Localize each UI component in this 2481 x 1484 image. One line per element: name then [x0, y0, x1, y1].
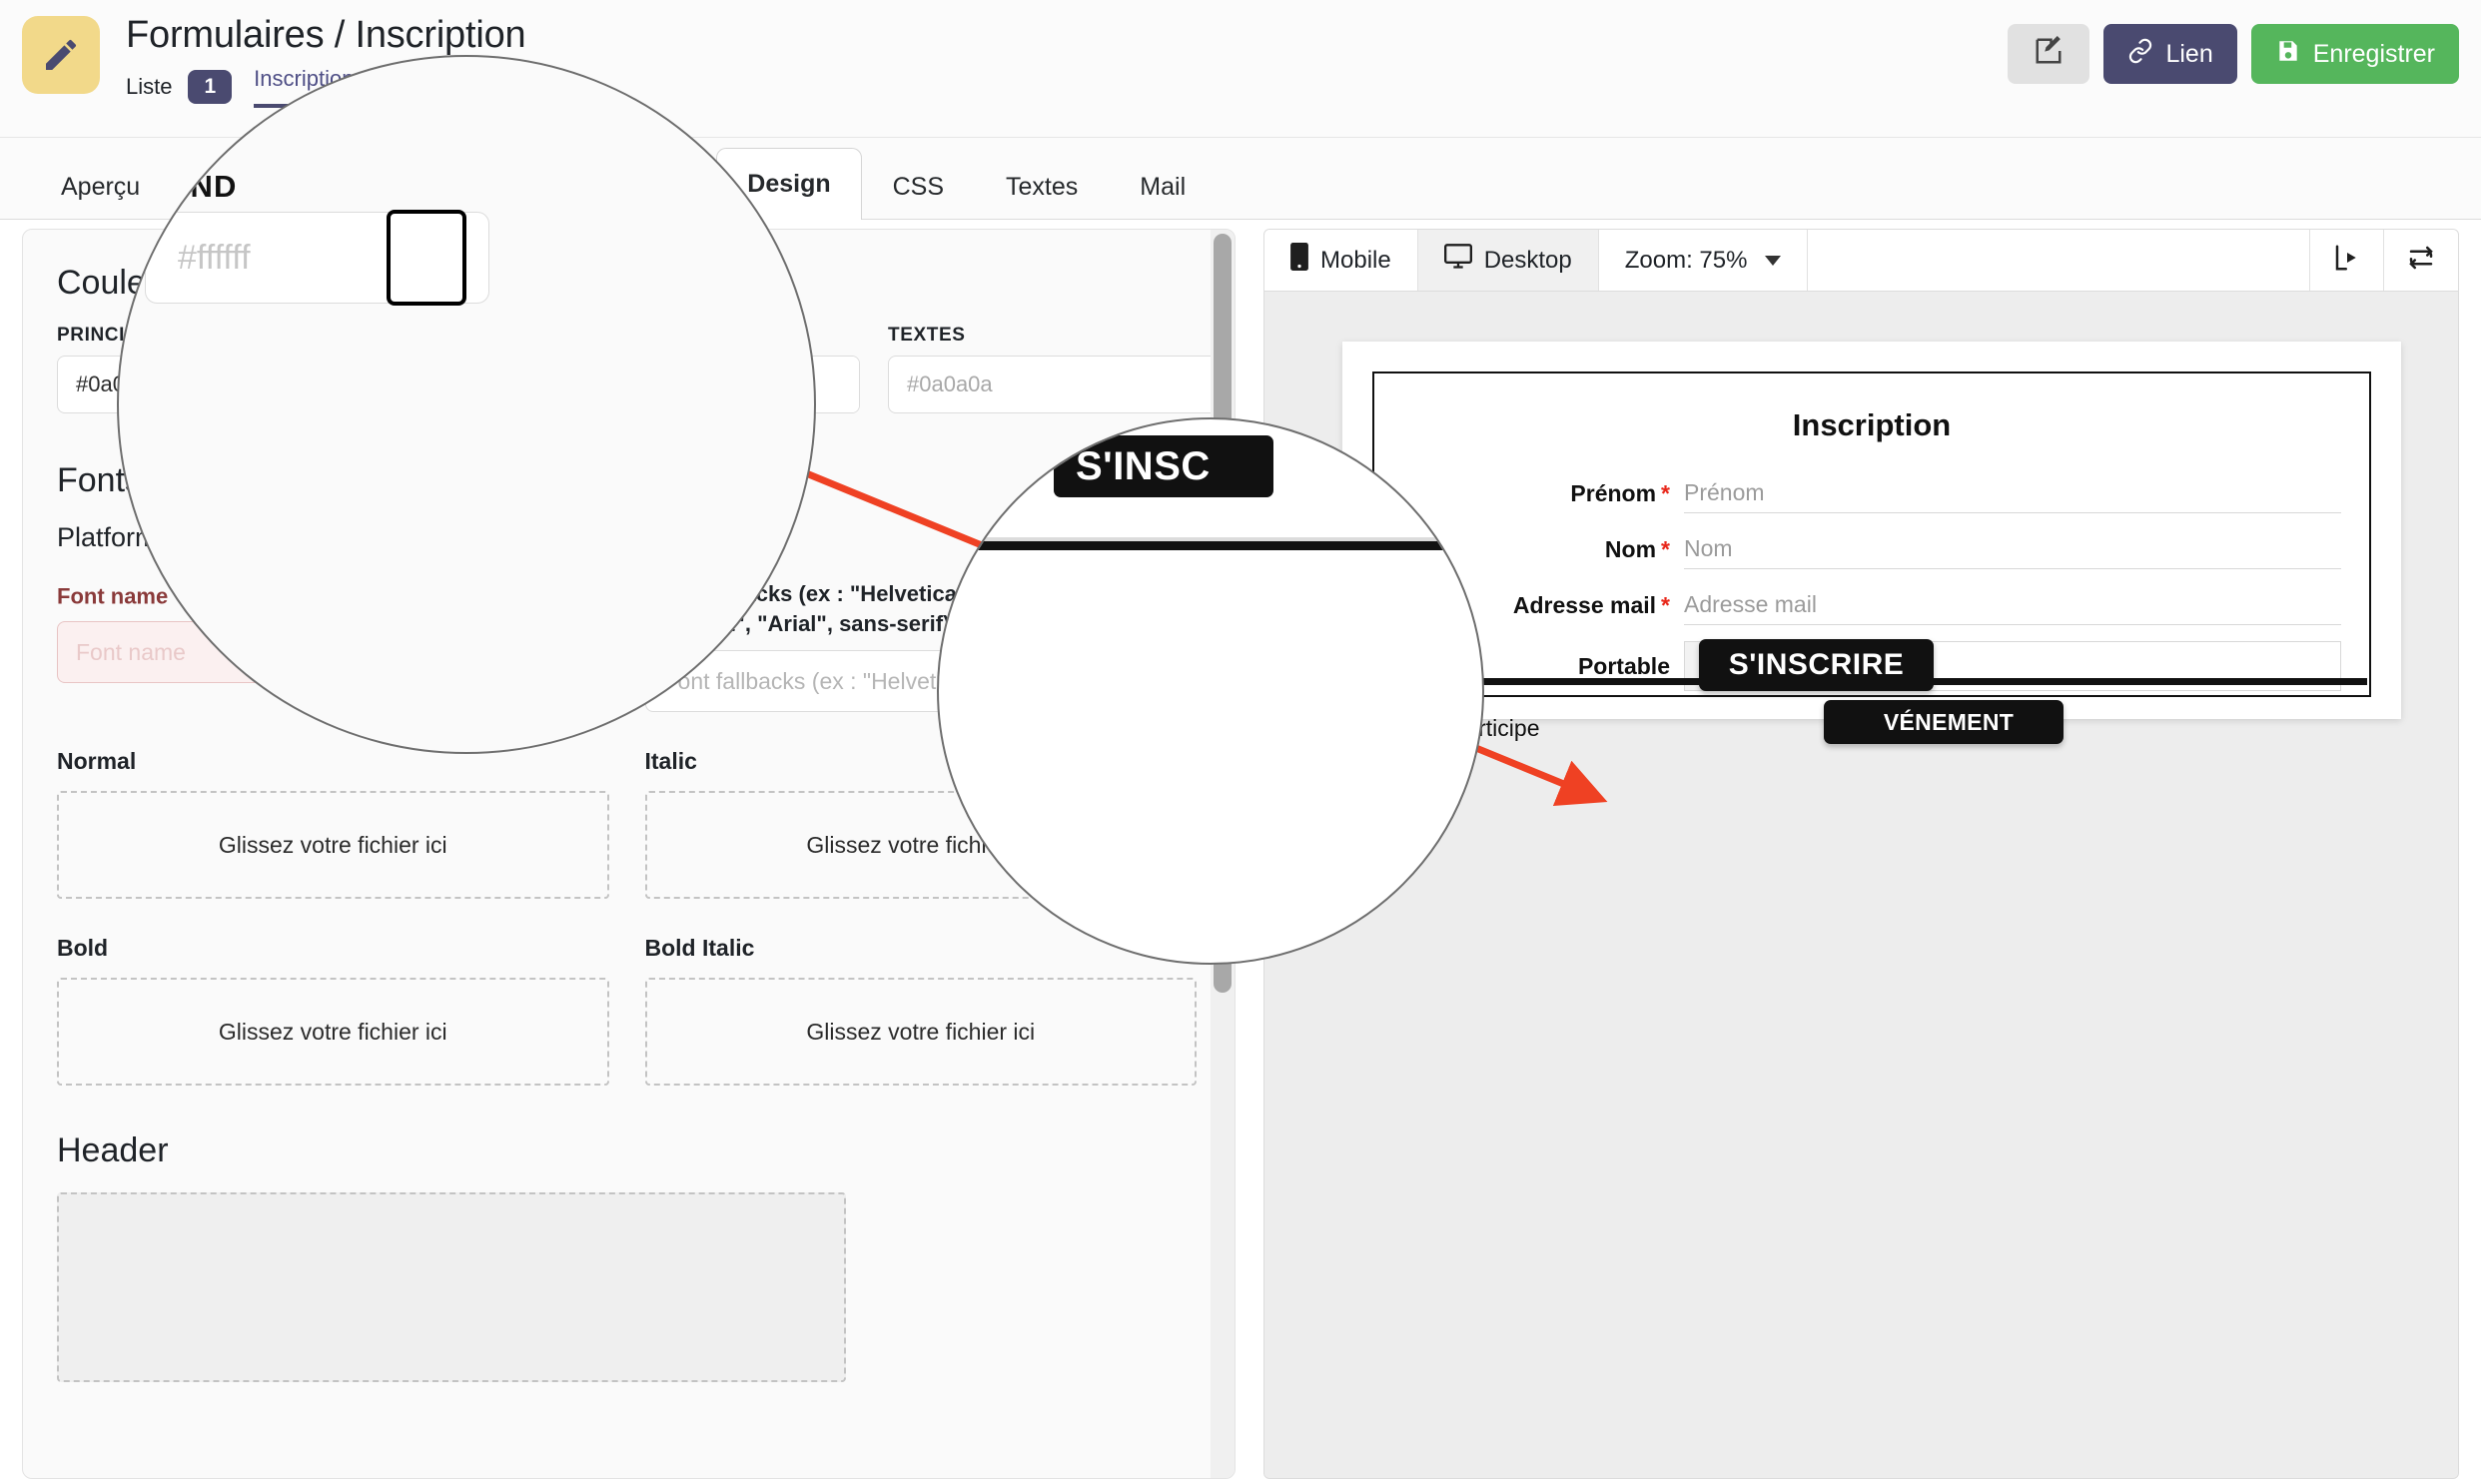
magnified-fond-placeholder: #ffffff [178, 239, 251, 278]
form-label-text: Adresse mail [1513, 592, 1656, 618]
dropzone-bold-italic[interactable]: Glissez votre fichier ici [645, 978, 1198, 1086]
preview-mode-desktop[interactable]: Desktop [1418, 230, 1599, 291]
save-button[interactable]: Enregistrer [2251, 24, 2459, 84]
dropzone-bold[interactable]: Glissez votre fichier ici [57, 978, 609, 1086]
form-title: Inscription [1374, 407, 2369, 443]
form-event-button[interactable]: VÉNEMENT [1824, 700, 2064, 744]
preview-viewport: Inscription Prénom* Prénom Nom* [1264, 292, 2458, 1478]
color-input-textes[interactable] [889, 357, 1213, 412]
edit-button[interactable] [2008, 24, 2089, 84]
pencil-icon [22, 16, 100, 94]
preview-zoom-label: Zoom: 75% [1625, 247, 1748, 275]
dropzone-text: Glissez votre fichier ici [806, 1019, 1035, 1046]
tab-label: Aperçu [61, 173, 140, 202]
tab-label: Design [747, 170, 830, 199]
header-heading: Header [57, 1131, 1197, 1170]
form-label-text: Prénom [1570, 480, 1656, 506]
magnified-submit-label: S'INSC [1076, 444, 1211, 489]
color-field-textes: TEXTES [888, 325, 1236, 413]
header-dropzone[interactable] [57, 1192, 846, 1382]
preview-toolbar: Mobile Desktop Zoom: 75% [1264, 230, 2458, 292]
link-button[interactable]: Lien [2103, 24, 2236, 84]
color-label: TEXTES [888, 325, 1236, 347]
preview-page: Inscription Prénom* Prénom Nom* [1342, 342, 2401, 719]
refresh-icon [2406, 243, 2436, 278]
preview-form: Inscription Prénom* Prénom Nom* [1372, 371, 2371, 697]
form-label-text: Portable [1578, 653, 1670, 679]
form-input-placeholder: Prénom [1684, 479, 1765, 506]
link-button-label: Lien [2165, 40, 2212, 69]
desktop-monitor-icon [1444, 244, 1472, 277]
refresh-button[interactable] [2384, 230, 2458, 291]
page-title: Formulaires / Inscription [126, 14, 525, 58]
form-label-prenom: Prénom* [1374, 480, 1684, 507]
preview-mode-desktop-label: Desktop [1484, 247, 1572, 275]
liste-count-badge: 1 [188, 70, 232, 104]
magnifier-fond-field: FOND #ffffff [117, 55, 816, 754]
save-button-label: Enregistrer [2313, 40, 2435, 69]
form-input-nom[interactable]: Nom [1684, 529, 2341, 569]
form-input-placeholder: Nom [1684, 535, 1733, 562]
dropzone-label-bold: Bold [57, 935, 609, 962]
required-asterisk: * [1661, 536, 1670, 562]
toolbar-spacer [1808, 230, 2310, 291]
preview-zoom-select[interactable]: Zoom: 75% [1599, 230, 1809, 291]
form-input-prenom[interactable]: Prénom [1684, 473, 2341, 513]
form-footer-bar [1376, 678, 2367, 685]
form-row-adresse-mail: Adresse mail* Adresse mail [1374, 585, 2369, 625]
dropzone-text: Glissez votre fichier ici [219, 832, 447, 859]
edit-square-icon [2034, 36, 2064, 73]
magnified-fond-label: FOND [145, 169, 238, 205]
mobile-phone-icon [1290, 243, 1308, 278]
form-event-label: VÉNEMENT [1884, 709, 2014, 736]
magnifier-submit-button: S'INSC [937, 417, 1484, 965]
required-asterisk: * [1661, 480, 1670, 506]
required-asterisk: * [1661, 592, 1670, 618]
preview-mode-mobile[interactable]: Mobile [1264, 230, 1418, 291]
form-submit-label: S'INSCRIRE [1729, 648, 1905, 682]
dropzone-text: Glissez votre fichier ici [219, 1019, 447, 1046]
link-icon [2127, 38, 2153, 71]
magnified-footer-bar [939, 541, 1482, 550]
preview-panel: Mobile Desktop Zoom: 75% [1263, 229, 2459, 1479]
header-actions: Lien Enregistrer [2008, 24, 2459, 84]
form-row-nom: Nom* Nom [1374, 529, 2369, 569]
form-input-placeholder: Adresse mail [1684, 591, 1817, 618]
form-input-adresse-mail[interactable]: Adresse mail [1684, 585, 2341, 625]
open-external-icon [2332, 243, 2362, 278]
dropzone-label-normal: Normal [57, 748, 609, 775]
dropzone-group-bold: Bold Glissez votre fichier ici [57, 899, 609, 1086]
font-name-label-text: Font name [57, 583, 168, 608]
chevron-down-icon [1765, 256, 1781, 266]
floppy-disk-icon [2275, 38, 2301, 71]
breadcrumb-liste-label[interactable]: Liste [126, 74, 172, 100]
magnified-submit-label-box: S'INSC [1054, 435, 1273, 497]
preview-mode-mobile-label: Mobile [1320, 247, 1391, 275]
form-row-prenom: Prénom* Prénom [1374, 473, 2369, 513]
header-section: Header [57, 1131, 1197, 1382]
open-external-button[interactable] [2310, 230, 2384, 291]
tab-label: CSS [893, 173, 944, 202]
magnified-fond-swatch [387, 210, 466, 306]
tab-label: Textes [1006, 173, 1078, 202]
form-label-text: Nom [1605, 536, 1656, 562]
tab-css[interactable]: CSS [862, 155, 975, 219]
tab-textes[interactable]: Textes [975, 155, 1109, 219]
tab-mail[interactable]: Mail [1109, 155, 1217, 219]
dropzone-normal[interactable]: Glissez votre fichier ici [57, 791, 609, 899]
tab-label: Mail [1140, 173, 1186, 202]
